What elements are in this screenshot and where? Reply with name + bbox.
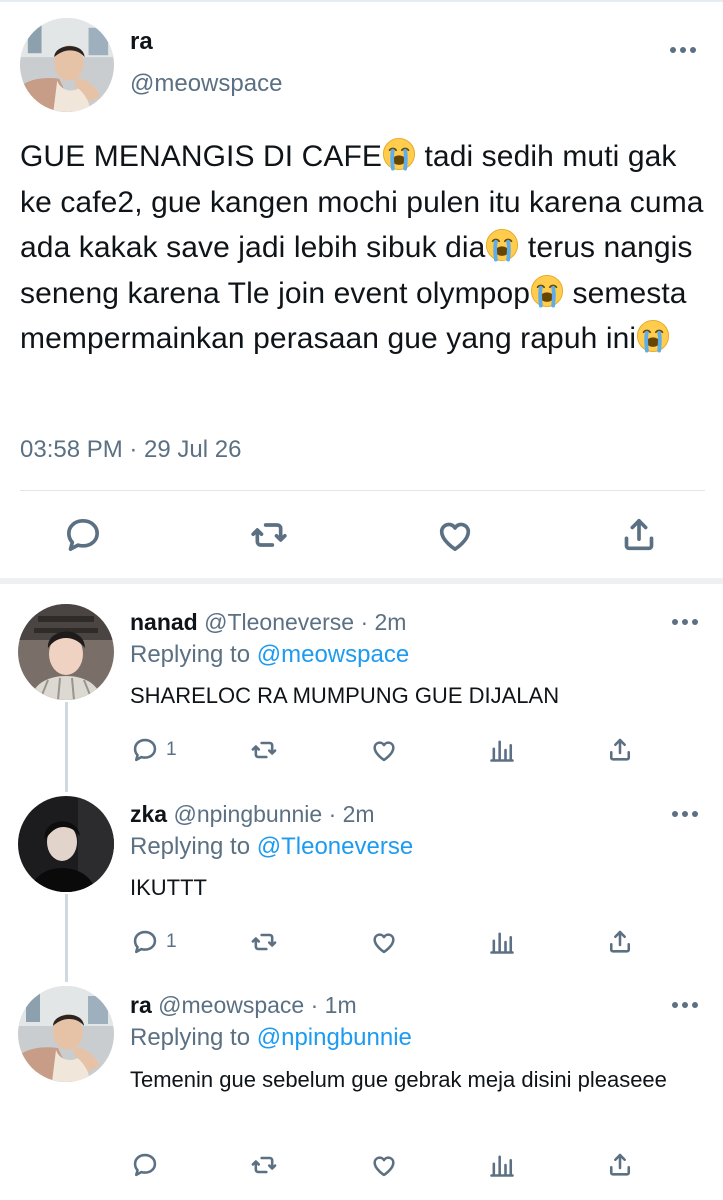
reply-age[interactable]: 2m (343, 801, 375, 827)
avatar[interactable] (18, 986, 114, 1082)
share-icon[interactable] (606, 1151, 634, 1179)
like-icon[interactable] (435, 515, 475, 555)
reply-header: nanad @Tleoneverse · 2m (130, 609, 406, 636)
replying-to: Replying to @npingbunnie (130, 1024, 412, 1052)
share-icon[interactable] (619, 515, 659, 555)
reply-icon[interactable] (131, 928, 159, 956)
retweet-icon[interactable] (250, 1151, 278, 1179)
author-handle[interactable]: @npingbunnie (173, 801, 322, 827)
reply-icon[interactable] (63, 515, 103, 555)
views-icon[interactable] (488, 736, 516, 764)
reply-tweet: ra @meowspace · 1m Replying to @npingbun… (0, 968, 723, 1200)
replying-prefix: Replying to (130, 833, 251, 860)
author-name[interactable]: nanad (130, 609, 198, 635)
author-name[interactable]: zka (130, 801, 167, 827)
avatar[interactable] (18, 796, 114, 892)
tweet-timestamp[interactable]: 03:58 PM · 29 Jul 26 (20, 436, 241, 464)
more-options-icon[interactable] (672, 616, 702, 628)
separator: · (360, 609, 369, 635)
loudly-crying-face-emoji (485, 228, 519, 262)
author-handle[interactable]: @Tleoneverse (204, 609, 354, 635)
loudly-crying-face-emoji (382, 137, 416, 171)
author-name[interactable]: ra (130, 992, 152, 1018)
reply-text: Temenin gue sebelum gue gebrak meja disi… (130, 1067, 667, 1092)
reply-text: SHARELOC RA MUMPUNG GUE DIJALAN (130, 683, 560, 708)
author-handle[interactable]: @meowspace (158, 992, 304, 1018)
retweet-icon[interactable] (250, 736, 278, 764)
author-handle[interactable]: @meowspace (130, 70, 282, 98)
replying-prefix: Replying to (130, 641, 251, 668)
separator: · (328, 801, 337, 827)
reply-header: zka @npingbunnie · 2m (130, 801, 375, 828)
reply-age[interactable]: 2m (375, 609, 407, 635)
reply-icon[interactable] (131, 1151, 159, 1179)
views-icon[interactable] (488, 1151, 516, 1179)
reply-icon[interactable] (131, 736, 159, 764)
loudly-crying-face-emoji (530, 274, 564, 308)
loudly-crying-face-emoji (636, 319, 670, 353)
reply-age[interactable]: 1m (325, 992, 357, 1018)
tweet-text: GUE MENANGIS DI CAFE tadi sedih muti gak… (20, 134, 710, 362)
like-icon[interactable] (370, 1151, 398, 1179)
replying-to-link[interactable]: @Tleoneverse (257, 833, 413, 860)
avatar[interactable] (18, 604, 114, 700)
replying-to: Replying to @Tleoneverse (130, 833, 413, 861)
avatar[interactable] (20, 18, 114, 112)
replying-prefix: Replying to (130, 1024, 251, 1051)
reply-text: IKUTTT (130, 875, 207, 900)
more-options-icon[interactable] (672, 808, 702, 820)
share-icon[interactable] (606, 736, 634, 764)
retweet-icon[interactable] (250, 928, 278, 956)
reply-tweet: nanad @Tleoneverse · 2m Replying to @meo… (0, 584, 723, 782)
reply-count: 1 (166, 931, 177, 952)
replying-to-link[interactable]: @meowspace (257, 641, 409, 668)
retweet-icon[interactable] (249, 515, 289, 555)
more-options-icon[interactable] (670, 44, 700, 56)
reply-tweet: zka @npingbunnie · 2m Replying to @Tleon… (0, 776, 723, 972)
replying-to-link[interactable]: @npingbunnie (257, 1024, 412, 1051)
replying-to: Replying to @meowspace (130, 641, 409, 669)
like-icon[interactable] (370, 736, 398, 764)
reply-header: ra @meowspace · 1m (130, 992, 357, 1019)
more-options-icon[interactable] (672, 999, 702, 1011)
share-icon[interactable] (606, 928, 634, 956)
like-icon[interactable] (370, 928, 398, 956)
author-name[interactable]: ra (130, 28, 153, 56)
divider (20, 490, 705, 491)
tweet-text-part: GUE MENANGIS DI CAFE (20, 140, 383, 173)
main-tweet: ra @meowspace GUE MENANGIS DI CAFE tadi … (0, 0, 723, 578)
views-icon[interactable] (488, 928, 516, 956)
reply-count: 1 (166, 739, 177, 760)
separator: · (310, 992, 319, 1018)
